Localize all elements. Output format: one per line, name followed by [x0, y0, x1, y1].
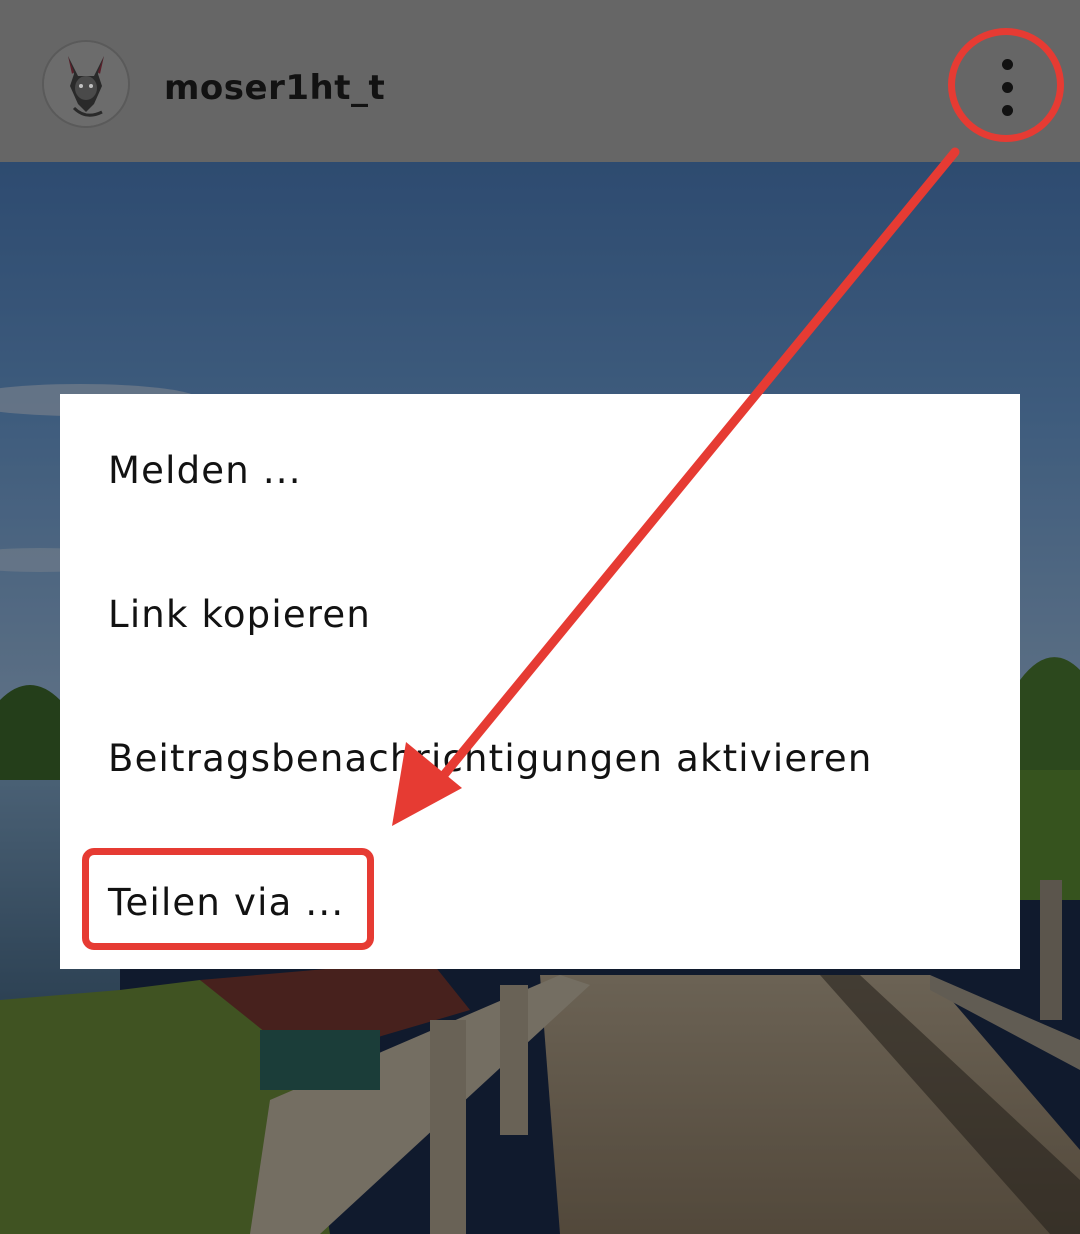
- username[interactable]: moser1ht_t: [164, 66, 385, 110]
- menu-item-label: Melden ...: [108, 448, 302, 492]
- more-options-button[interactable]: [975, 45, 1039, 129]
- menu-item-share-via[interactable]: Teilen via ...: [60, 830, 1020, 974]
- vertical-ellipsis-dot: [1001, 81, 1013, 93]
- post-header: moser1ht_t: [0, 0, 1080, 162]
- vertical-ellipsis-icon: [1001, 58, 1013, 70]
- menu-item-label: Beitragsbenachrichtigungen aktivieren: [108, 736, 873, 780]
- menu-item-report[interactable]: Melden ...: [60, 398, 1020, 542]
- avatar-icon: [44, 42, 128, 126]
- menu-item-post-notifications[interactable]: Beitragsbenachrichtigungen aktivieren: [60, 686, 1020, 830]
- menu-item-label: Teilen via ...: [108, 880, 345, 924]
- avatar[interactable]: [42, 40, 130, 128]
- options-menu: Melden ... Link kopieren Beitragsbenachr…: [60, 394, 1020, 969]
- vertical-ellipsis-dot: [1001, 104, 1013, 116]
- menu-item-label: Link kopieren: [108, 592, 372, 636]
- menu-item-copy-link[interactable]: Link kopieren: [60, 542, 1020, 686]
